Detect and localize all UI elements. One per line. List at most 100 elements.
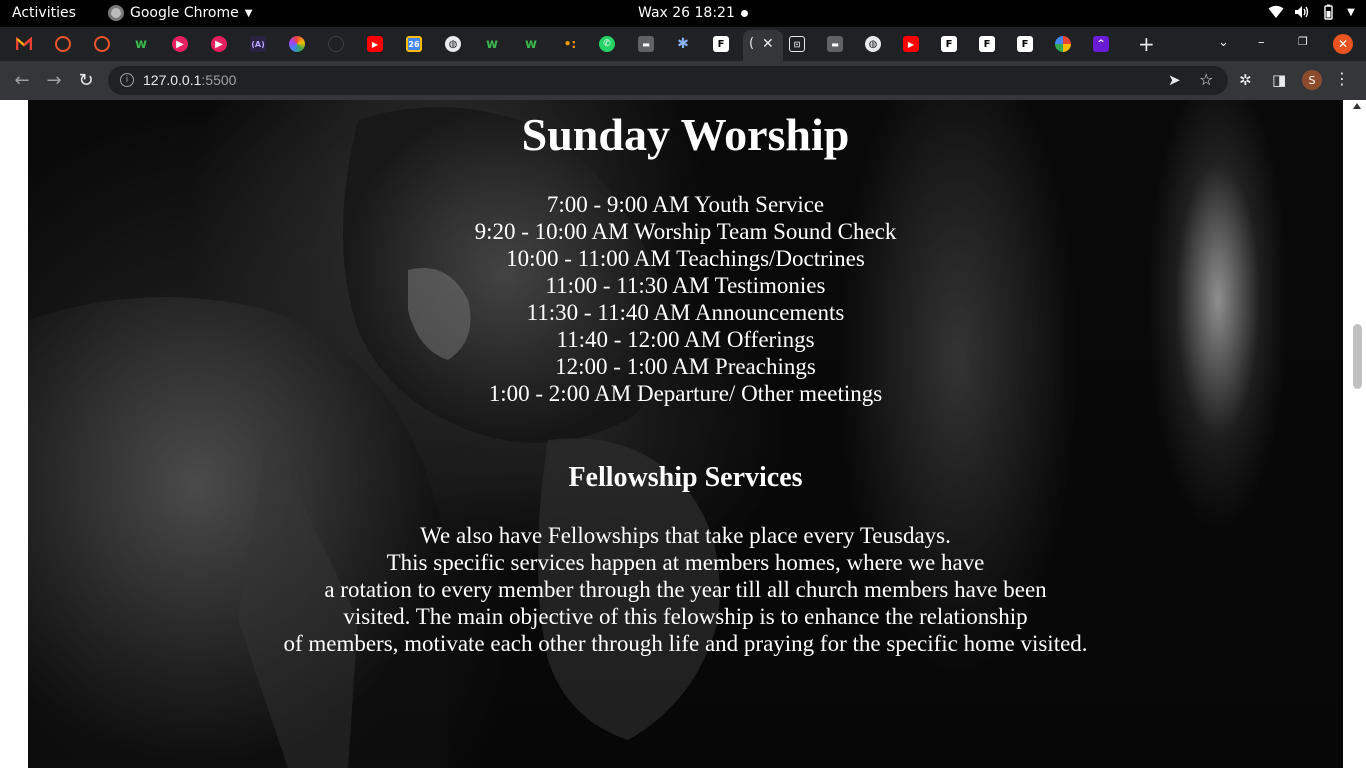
system-tray[interactable]: ▼ xyxy=(1268,4,1356,20)
tab-ubuntu-1[interactable] xyxy=(52,33,74,55)
webflow-icon: w xyxy=(524,36,537,52)
chevron-down-icon: ▼ xyxy=(1347,6,1355,18)
tab-game-1[interactable]: ▬ xyxy=(635,33,657,55)
side-panel-icon[interactable]: ◨ xyxy=(1272,71,1286,89)
url-text[interactable]: 127.0.0.1:5500 xyxy=(143,72,236,88)
tab-figma-4[interactable]: F xyxy=(1014,33,1036,55)
code-icon: (A) xyxy=(250,36,266,52)
youtube-icon: ▶ xyxy=(367,36,383,52)
tab-figma-2[interactable]: F xyxy=(938,33,960,55)
schedule-item: 7:00 - 9:00 AM Youth Service xyxy=(546,192,825,217)
figma-file-icon: F xyxy=(979,36,995,52)
forward-icon[interactable]: → xyxy=(44,70,64,91)
address-bar[interactable]: i 127.0.0.1:5500 ➤ ☆ xyxy=(108,66,1228,95)
tab-music-1[interactable]: ▶ xyxy=(169,33,191,55)
fellowship-line: This specific services happen at members… xyxy=(386,550,985,575)
puzzle-icon: ✱ xyxy=(677,36,689,52)
tab-music-2[interactable]: ▶ xyxy=(208,33,230,55)
tab-whatsapp[interactable]: ✆ xyxy=(596,33,618,55)
webflow-icon: w xyxy=(485,36,498,52)
figma-file-icon: F xyxy=(713,36,729,52)
tab-dots[interactable]: •: xyxy=(559,33,581,55)
google-icon xyxy=(1055,36,1071,52)
page-scrollbar[interactable] xyxy=(1349,100,1366,768)
github-icon xyxy=(328,36,344,52)
schedule-item: 11:30 - 11:40 AM Announcements xyxy=(526,300,845,325)
scrollbar-thumb[interactable] xyxy=(1353,324,1362,389)
fellowship-line: a rotation to every member through the y… xyxy=(324,577,1047,602)
music-icon: ▶ xyxy=(211,36,227,52)
tab-github[interactable] xyxy=(325,33,347,55)
reload-icon[interactable]: ↻ xyxy=(76,70,96,91)
tab-puzzle[interactable]: ✱ xyxy=(672,33,694,55)
tab-calendar[interactable]: 26 xyxy=(403,33,425,55)
minimize-icon[interactable]: – xyxy=(1258,35,1265,50)
globe-icon: ◍ xyxy=(865,36,881,52)
extensions-icon[interactable]: ✲ xyxy=(1239,71,1252,89)
window-close-icon[interactable]: ✕ xyxy=(1333,34,1353,54)
tab-globe-2[interactable]: ◍ xyxy=(862,33,884,55)
tab-window[interactable]: ⊡ xyxy=(786,33,808,55)
tab-youtube-1[interactable]: ▶ xyxy=(364,33,386,55)
tab-youtube-2[interactable]: ▶ xyxy=(900,33,922,55)
schedule-item: 12:00 - 1:00 AM Preachings xyxy=(555,354,816,379)
schedule-item: 9:20 - 10:00 AM Worship Team Sound Check xyxy=(474,219,897,244)
dots-icon: •: xyxy=(563,37,577,51)
tab-google[interactable] xyxy=(1052,33,1074,55)
tab-figma-1[interactable]: F xyxy=(710,33,732,55)
app-name: Google Chrome xyxy=(130,5,239,21)
tab-webflow-3[interactable]: w xyxy=(520,33,542,55)
active-tab-title: ( xyxy=(749,36,755,51)
close-tab-icon[interactable]: ✕ xyxy=(762,36,774,52)
schedule-item: 1:00 - 2:00 AM Departure/ Other meetings xyxy=(488,381,883,406)
wifi-icon xyxy=(1268,4,1284,20)
game-icon: ▬ xyxy=(827,36,843,52)
bookmark-star-icon[interactable]: ☆ xyxy=(1199,70,1213,89)
profile-avatar[interactable]: S xyxy=(1302,70,1322,90)
tab-globe-1[interactable]: ◍ xyxy=(442,33,464,55)
tab-search-icon[interactable]: ⌄ xyxy=(1218,35,1229,50)
worship-schedule: 7:00 - 9:00 AM Youth Service 9:20 - 10:0… xyxy=(28,191,1343,407)
calendar-icon: 26 xyxy=(406,36,422,52)
tab-figma-3[interactable]: F xyxy=(976,33,998,55)
battery-icon xyxy=(1320,4,1336,20)
new-tab-button[interactable]: + xyxy=(1138,32,1155,56)
active-tab[interactable]: ( ✕ xyxy=(743,30,783,61)
ubuntu-icon xyxy=(94,36,110,52)
game-icon: ▬ xyxy=(638,36,654,52)
tab-photos[interactable] xyxy=(286,33,308,55)
app-menu[interactable]: Google Chrome ▼ xyxy=(108,5,252,21)
clock[interactable]: Wax 26 18:21 xyxy=(638,5,735,21)
whatsapp-icon: ✆ xyxy=(599,36,615,52)
figma-file-icon: F xyxy=(941,36,957,52)
chrome-icon xyxy=(108,5,124,21)
tab-strip: w ▶ ▶ (A) ▶ 26 ◍ w w •: ✆ ▬ ✱ F ( ✕ ⊡ ▬ … xyxy=(0,27,1366,61)
scroll-up-icon[interactable] xyxy=(1353,103,1361,109)
restore-icon[interactable]: ❐ xyxy=(1298,35,1308,48)
send-to-devices-icon[interactable]: ➤ xyxy=(1168,71,1181,89)
fellowship-heading: Fellowship Services xyxy=(568,462,803,493)
tab-game-2[interactable]: ▬ xyxy=(824,33,846,55)
schedule-item: 11:00 - 11:30 AM Testimonies xyxy=(545,273,826,298)
activities-button[interactable]: Activities xyxy=(12,5,76,21)
fellowship-line: We also have Fellowships that take place… xyxy=(420,523,951,548)
schedule-item: 11:40 - 12:00 AM Offerings xyxy=(556,327,815,352)
tab-app[interactable]: ^ xyxy=(1090,33,1112,55)
globe-icon: ◍ xyxy=(445,36,461,52)
menu-icon[interactable]: ⋮ xyxy=(1334,69,1350,88)
fellowship-line: of members, motivate each other through … xyxy=(283,631,1088,656)
volume-icon xyxy=(1294,4,1310,20)
youtube-icon: ▶ xyxy=(903,36,919,52)
back-icon[interactable]: ← xyxy=(12,70,32,91)
tab-gmail[interactable] xyxy=(13,33,35,55)
hero-background-image: Sunday Worship 7:00 - 9:00 AM Youth Serv… xyxy=(28,100,1343,768)
figma-file-icon: F xyxy=(1017,36,1033,52)
gmail-icon xyxy=(16,37,32,50)
site-info-icon[interactable]: i xyxy=(120,73,134,87)
notification-dot-icon xyxy=(741,10,748,17)
tab-webflow-2[interactable]: w xyxy=(481,33,503,55)
tab-webflow-1[interactable]: w xyxy=(130,33,152,55)
tab-code[interactable]: (A) xyxy=(247,33,269,55)
tab-ubuntu-2[interactable] xyxy=(91,33,113,55)
page-viewport: Sunday Worship 7:00 - 9:00 AM Youth Serv… xyxy=(0,100,1366,768)
